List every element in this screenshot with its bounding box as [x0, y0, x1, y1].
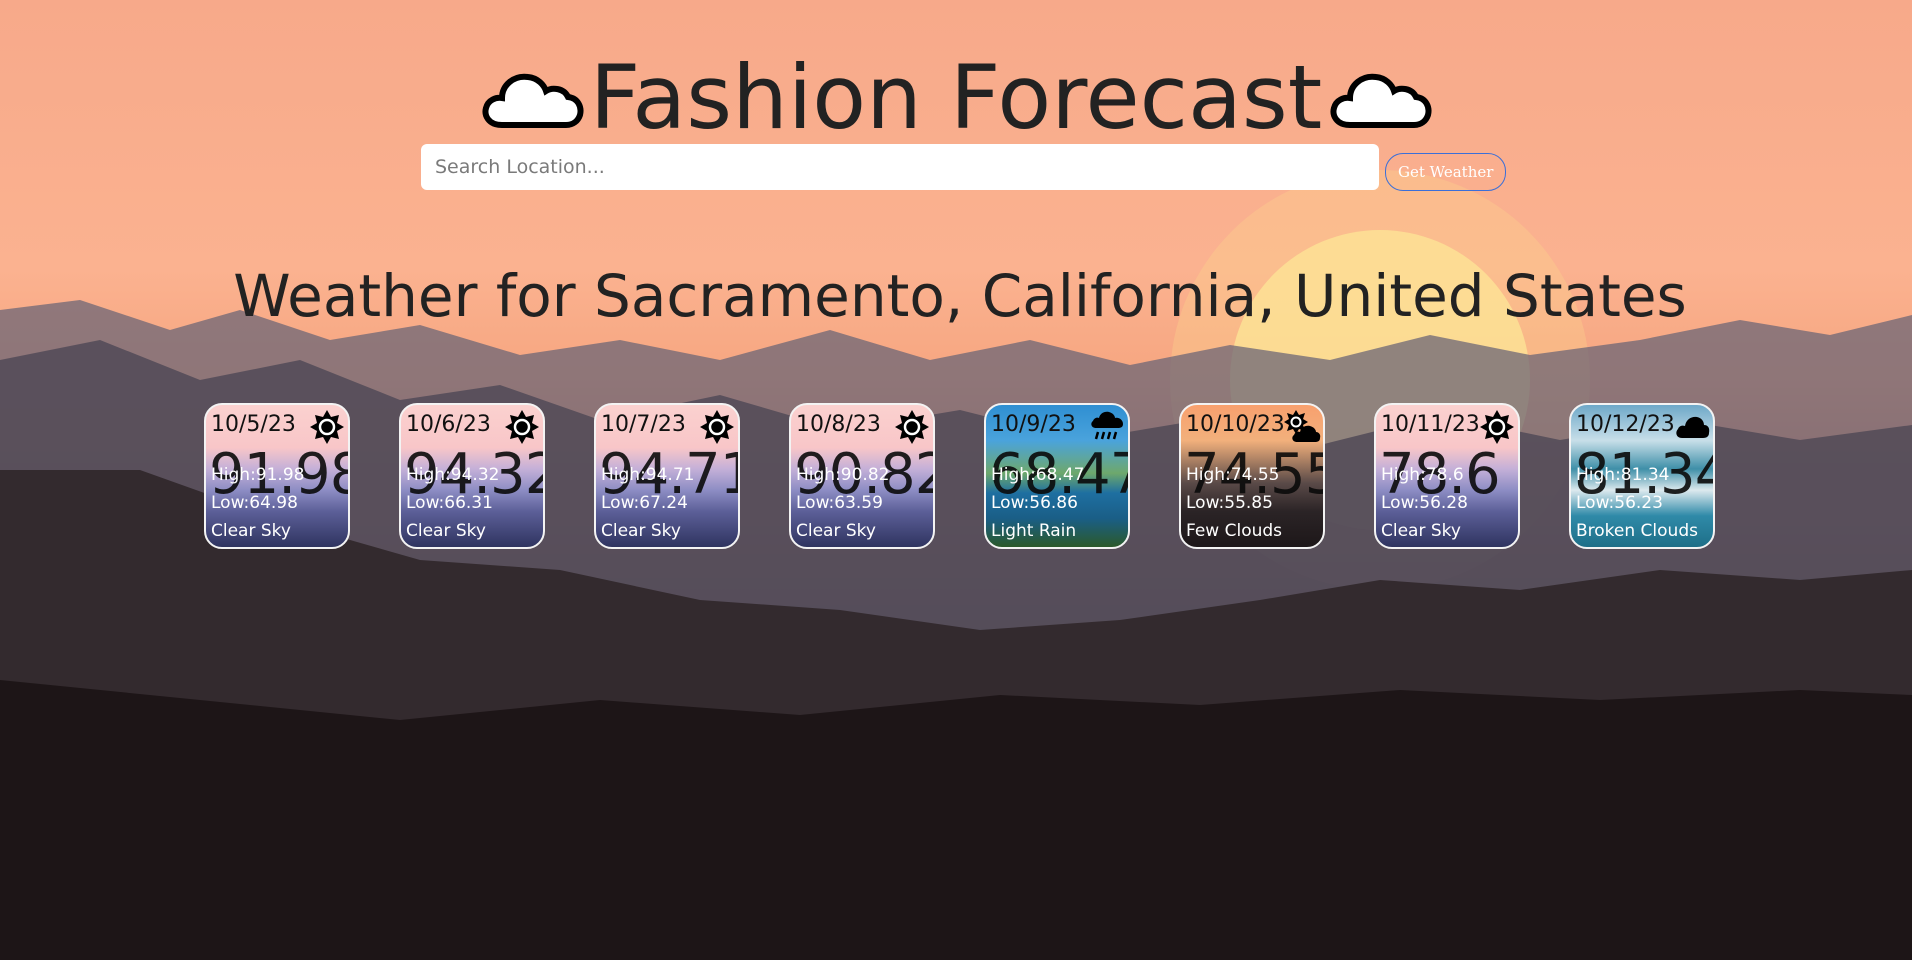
forecast-card[interactable]: 94.32 10/6/23 High:94.32 Low:66.31 Clear…	[399, 403, 545, 549]
low-temp: Low:63.59	[796, 493, 883, 513]
low-temp: Low:55.85	[1186, 493, 1273, 513]
cloud-icon	[482, 73, 584, 128]
sun-icon	[310, 410, 344, 444]
sun-icon	[700, 410, 734, 444]
forecast-card[interactable]: 68.47 10/9/23 High:68.47 Low:56.86 Light…	[984, 403, 1130, 549]
high-temp: High:68.47	[991, 465, 1085, 485]
sun-icon	[895, 410, 929, 444]
sun-icon	[1480, 410, 1514, 444]
low-temp: Low:56.28	[1381, 493, 1468, 513]
weather-description: Broken Clouds	[1576, 521, 1698, 541]
forecast-date: 10/8/23	[796, 412, 881, 437]
search-bar: Get Weather	[421, 143, 1507, 191]
high-temp: High:91.98	[211, 465, 305, 485]
forecast-card[interactable]: 78.6 10/11/23 High:78.6 Low:56.28 Clear …	[1374, 403, 1520, 549]
low-temp: Low:66.31	[406, 493, 493, 513]
weather-description: Clear Sky	[211, 521, 291, 541]
sun-icon	[505, 410, 539, 444]
cloud-icon	[1330, 73, 1432, 128]
weather-description: Clear Sky	[601, 521, 681, 541]
forecast-date: 10/11/23	[1381, 412, 1480, 437]
high-temp: High:94.71	[601, 465, 695, 485]
forecast-list: 91.98 10/5/23 High:91.98 Low:64.98 Clear…	[204, 403, 1715, 549]
forecast-date: 10/6/23	[406, 412, 491, 437]
low-temp: Low:56.86	[991, 493, 1078, 513]
weather-description: Clear Sky	[796, 521, 876, 541]
site-header: Fashion Forecast	[0, 52, 1912, 144]
high-temp: High:94.32	[406, 465, 500, 485]
cloud-icon	[1676, 416, 1710, 438]
forecast-card[interactable]: 81.34 10/12/23 High:81.34 Low:56.23 Brok…	[1569, 403, 1715, 549]
low-temp: Low:56.23	[1576, 493, 1663, 513]
low-temp: Low:67.24	[601, 493, 688, 513]
forecast-date: 10/12/23	[1576, 412, 1675, 437]
weather-description: Clear Sky	[406, 521, 486, 541]
forecast-card[interactable]: 90.82 10/8/23 High:90.82 Low:63.59 Clear…	[789, 403, 935, 549]
rain-cloud-icon	[1091, 411, 1123, 440]
weather-description: Light Rain	[991, 521, 1077, 541]
forecast-card[interactable]: 91.98 10/5/23 High:91.98 Low:64.98 Clear…	[204, 403, 350, 549]
page-title: Fashion Forecast	[589, 46, 1323, 149]
low-temp: Low:64.98	[211, 493, 298, 513]
forecast-date: 10/7/23	[601, 412, 686, 437]
high-temp: High:81.34	[1576, 465, 1670, 485]
forecast-date: 10/9/23	[991, 412, 1076, 437]
weather-description: Clear Sky	[1381, 521, 1461, 541]
forecast-date: 10/10/23	[1186, 412, 1285, 437]
high-temp: High:78.6	[1381, 465, 1464, 485]
high-temp: High:90.82	[796, 465, 890, 485]
high-temp: High:74.55	[1186, 465, 1280, 485]
search-input[interactable]	[421, 144, 1379, 190]
get-weather-button[interactable]: Get Weather	[1385, 153, 1507, 191]
forecast-card[interactable]: 74.55 10/10/23 High:74.55 Low:55.85 Few …	[1179, 403, 1325, 549]
location-heading: Weather for Sacramento, California, Unit…	[233, 262, 1687, 330]
sun-cloud-icon	[1284, 410, 1321, 442]
weather-description: Few Clouds	[1186, 521, 1283, 541]
forecast-date: 10/5/23	[211, 412, 296, 437]
forecast-card[interactable]: 94.71 10/7/23 High:94.71 Low:67.24 Clear…	[594, 403, 740, 549]
